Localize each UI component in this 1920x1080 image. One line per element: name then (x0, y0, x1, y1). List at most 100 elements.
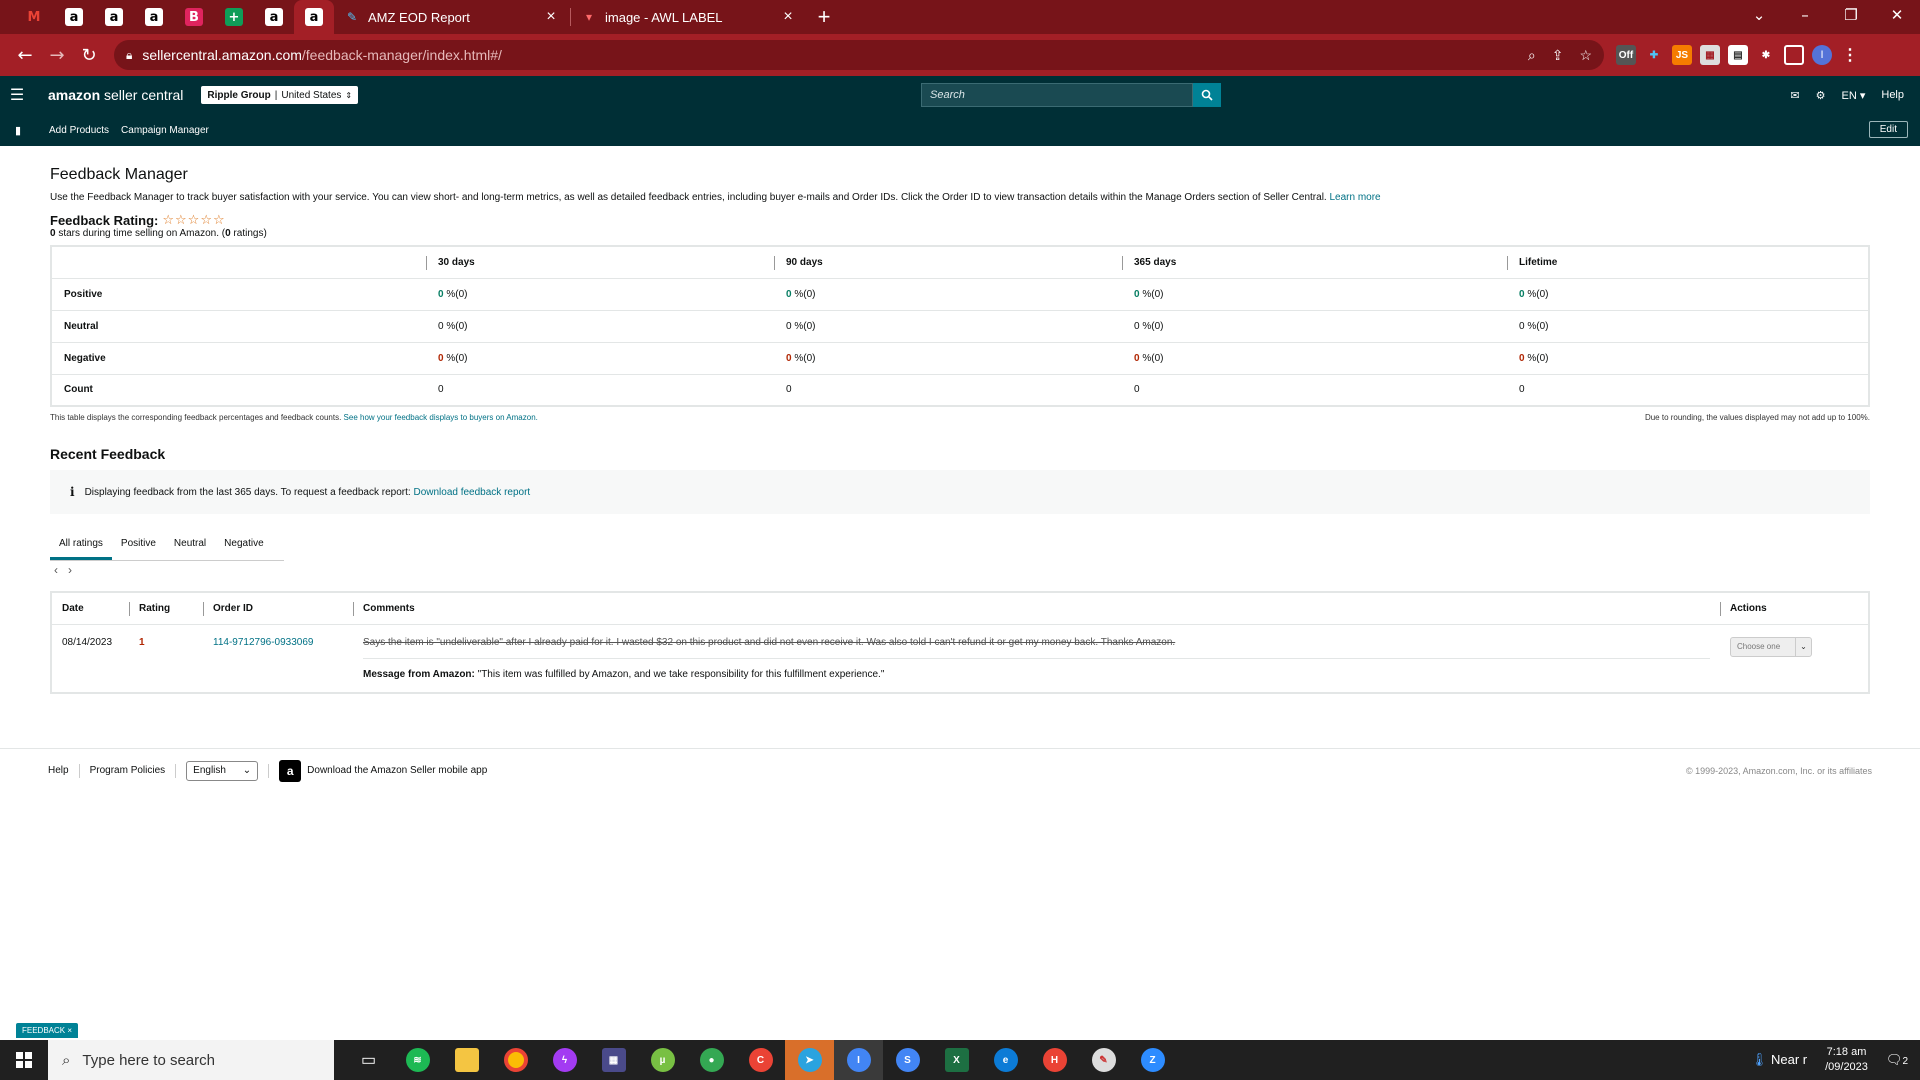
actions-dropdown[interactable]: Choose one ⌄ (1730, 636, 1812, 657)
page-footer: Help Program Policies English ⌄ a Downloa… (0, 748, 1920, 792)
close-icon[interactable]: × (542, 8, 560, 26)
chrome-icon[interactable] (491, 1040, 540, 1080)
telegram-icon[interactable]: ➤ (785, 1040, 834, 1080)
tab-negative[interactable]: Negative (215, 530, 272, 560)
pinned-tab-gmail[interactable]: M (14, 0, 54, 34)
profile-avatar[interactable]: I (1812, 45, 1832, 65)
pinned-tab-amazon[interactable]: a (94, 0, 134, 34)
main-content: Feedback Manager Use the Feedback Manage… (50, 146, 1870, 694)
chrome-profile-icon[interactable]: C (736, 1040, 785, 1080)
weather-widget[interactable]: 🌡︎ Near r (1751, 1052, 1807, 1068)
windows-start-button[interactable] (0, 1040, 48, 1080)
metric-value: 0 (786, 384, 792, 396)
reload-button[interactable]: ↻ (74, 40, 104, 70)
search-input[interactable] (921, 83, 1193, 107)
download-report-link[interactable]: Download feedback report (413, 487, 530, 498)
account-switcher[interactable]: Ripple Group | United States ⇕ (201, 86, 359, 104)
clock[interactable]: 7:18 am/09/2023 (1825, 1045, 1868, 1075)
chevron-left-icon[interactable]: ‹ (54, 563, 58, 577)
menu-kebab-icon[interactable]: ⋮ (1840, 45, 1860, 65)
zoom-icon[interactable]: ⌕ (1528, 47, 1536, 64)
feedback-widget-tab[interactable]: FEEDBACK × (16, 1023, 79, 1038)
tab-positive[interactable]: Positive (112, 530, 165, 560)
back-button[interactable]: ← (10, 40, 40, 70)
extension-off-icon[interactable]: Off (1616, 45, 1636, 65)
paint-icon[interactable]: ✎ (1079, 1040, 1128, 1080)
extensions-puzzle-icon[interactable]: ✱ (1756, 45, 1776, 65)
lock-icon[interactable]: 🔒︎ (126, 48, 132, 63)
metrics-row: Count 0 0 0 0 (51, 374, 1869, 407)
address-bar[interactable]: 🔒︎ sellercentral.amazon.com/feedback-man… (114, 40, 1604, 70)
mail-icon[interactable]: ✉ (1790, 89, 1799, 102)
nav-add-products[interactable]: Add Products (49, 125, 109, 136)
extension-edit-icon[interactable]: ▤ (1728, 45, 1748, 65)
utorrent-icon[interactable]: µ (638, 1040, 687, 1080)
zoom-app-icon[interactable]: Z (1128, 1040, 1177, 1080)
pinned-tab-sheets[interactable]: + (214, 0, 254, 34)
browser-tab-strip: M a a a B + a a ✎ AMZ EOD Report × ▾ ima… (0, 0, 1920, 34)
gear-icon[interactable]: ⚙ (1816, 89, 1826, 102)
pinned-tab-amazon-active[interactable]: a (294, 0, 334, 34)
notifications-icon[interactable]: 🗨︎2 (1886, 1052, 1908, 1068)
chrome-profile-icon[interactable]: H (1030, 1040, 1079, 1080)
tab-all-ratings[interactable]: All ratings (50, 530, 112, 560)
tab-image-awl-label[interactable]: ▾ image - AWL LABEL × (571, 0, 807, 34)
metrics-table-note: This table displays the corresponding fe… (50, 413, 1870, 422)
order-id-link[interactable]: 114-9712796-0933069 (213, 637, 313, 648)
close-icon[interactable]: × (779, 8, 797, 26)
language-selector[interactable]: EN ▾ (1842, 89, 1866, 102)
hamburger-menu-icon[interactable]: ☰ (0, 85, 34, 105)
tab-amz-eod-report[interactable]: ✎ AMZ EOD Report × (334, 0, 570, 34)
footer-help-link[interactable]: Help (48, 765, 69, 776)
extension-js-icon[interactable]: JS (1672, 45, 1692, 65)
chevron-right-icon[interactable]: › (68, 563, 72, 577)
taskbar-search[interactable]: ⌕ Type here to search (48, 1040, 334, 1080)
bookmark-star-icon[interactable]: ☆ (1579, 47, 1592, 64)
messenger-icon[interactable]: ϟ (540, 1040, 589, 1080)
help-link[interactable]: Help (1881, 89, 1904, 101)
close-window-button[interactable]: ✕ (1874, 0, 1920, 34)
bookmark-icon[interactable]: ▮ (0, 124, 36, 137)
program-policies-link[interactable]: Program Policies (90, 765, 166, 776)
amazon-app-icon[interactable]: a (279, 759, 302, 782)
file-explorer-icon[interactable] (442, 1040, 491, 1080)
footer-language-select[interactable]: English ⌄ (186, 760, 259, 781)
chrome-profile-icon[interactable]: ● (687, 1040, 736, 1080)
pinned-tab-amazon[interactable]: a (254, 0, 294, 34)
extension-image-icon[interactable]: ▦ (1700, 45, 1720, 65)
search-button[interactable] (1193, 83, 1221, 107)
calculator-icon[interactable]: ▦ (589, 1040, 638, 1080)
metric-cell: 0 (1122, 374, 1507, 407)
tab-neutral[interactable]: Neutral (165, 530, 215, 560)
pinned-tab-amazon[interactable]: a (134, 0, 174, 34)
seller-central-header: ☰ amazon seller central Ripple Group | Uni… (0, 76, 1920, 114)
restore-button[interactable]: ❐ (1828, 0, 1874, 34)
tab-search-icon[interactable]: ⌄ (1736, 0, 1782, 34)
edge-icon[interactable]: e (981, 1040, 1030, 1080)
pinned-tab-amazon[interactable]: a (54, 0, 94, 34)
learn-more-link[interactable]: Learn more (1329, 192, 1380, 203)
new-tab-button[interactable]: + (807, 0, 841, 34)
minimize-button[interactable]: – (1782, 0, 1828, 34)
metric-cell: 0 %(0) (1507, 342, 1869, 375)
extension-puzzle-blue-icon[interactable]: ✚ (1644, 45, 1664, 65)
mobile-app-link[interactable]: Download the Amazon Seller mobile app (307, 765, 487, 776)
chrome-active-icon[interactable]: I (834, 1040, 883, 1080)
star-rating-icon: ☆☆☆☆☆ (162, 213, 226, 228)
task-view-icon[interactable]: ▭ (344, 1040, 393, 1080)
pinned-tab-b[interactable]: B (174, 0, 214, 34)
seller-central-logo[interactable]: amazon seller central (48, 87, 183, 103)
nav-campaign-manager[interactable]: Campaign Manager (121, 125, 209, 136)
amazon-icon: a (65, 8, 83, 26)
edit-button[interactable]: Edit (1868, 121, 1908, 138)
chrome-profile-icon[interactable]: S (883, 1040, 932, 1080)
divider (268, 763, 270, 778)
forward-button[interactable]: → (42, 40, 72, 70)
buyer-display-link[interactable]: See how your feedback displays to buyers… (344, 413, 538, 422)
excel-icon[interactable]: X (932, 1040, 981, 1080)
spotify-icon[interactable]: ≋ (393, 1040, 442, 1080)
metric-cell: 0 %(0) (774, 342, 1122, 375)
share-icon[interactable]: ⇪ (1552, 47, 1564, 64)
recent-feedback-table: Date Rating Order ID Comments Actions 08… (50, 591, 1870, 694)
side-panel-icon[interactable] (1784, 45, 1804, 65)
